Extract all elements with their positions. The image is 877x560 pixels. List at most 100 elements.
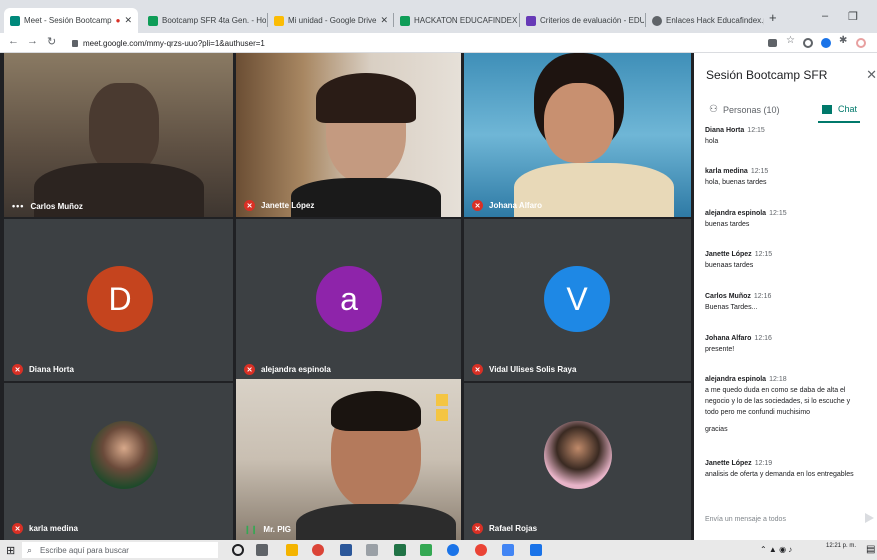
participant-tile[interactable]: ✕ Janette López [236, 53, 461, 217]
participant-name: ✕ alejandra espinola [244, 364, 331, 375]
chrome-icon[interactable] [312, 544, 324, 556]
speaking-icon: ❙❙ [244, 525, 258, 534]
windows-start-icon[interactable]: ⊞ [6, 544, 15, 557]
tab-title: Criterios de evaluación - EDUC [540, 16, 644, 25]
participant-name-text: Carlos Muñoz [30, 201, 83, 211]
tab-chat[interactable]: Chat [822, 104, 857, 114]
participant-name-text: Vidal Ulises Solis Raya [489, 365, 577, 374]
message-time: 12:16 [754, 335, 772, 342]
message-text: presente! [705, 346, 735, 353]
message-sender: karla medina [705, 168, 748, 175]
new-tab-button[interactable]: + [769, 10, 777, 25]
message-time: 12:15 [769, 210, 787, 217]
profile-icon[interactable] [856, 38, 866, 48]
tab-title: Enlaces Hack Educafindex.pdf [666, 16, 764, 25]
message-sender: Johana Alfaro [705, 335, 752, 342]
tab-people[interactable]: ⚇ Personas (10) [709, 104, 780, 115]
extension-icon[interactable] [803, 38, 813, 48]
send-icon[interactable] [865, 513, 874, 523]
message-time: 12:16 [753, 293, 772, 300]
chrome-icon[interactable] [475, 544, 487, 556]
meet-icon [10, 15, 20, 26]
file-explorer-icon[interactable] [286, 544, 298, 556]
participant-tile[interactable]: ❙❙ Mr. PIG [236, 379, 461, 540]
message-time: 12:15 [754, 251, 773, 258]
participant-name-text: Diana Horta [29, 365, 74, 374]
chat-message: Johana Alfaro 12:16 presente! [705, 335, 870, 355]
participant-name-text: Johana Alfaro [489, 201, 543, 210]
tab-label: Chat [838, 104, 858, 114]
participant-tile[interactable]: a ✕ alejandra espinola [236, 219, 461, 381]
tab-meet[interactable]: Meet - Sesión Bootcamp ● ✕ [4, 8, 138, 33]
message-text: negocio y lo de las sociedades, si lo es… [705, 398, 851, 405]
participant-tile[interactable]: D ✕ Diana Horta [4, 219, 233, 381]
message-sender: Janette López [705, 460, 752, 467]
more-options-icon: ••• [12, 201, 25, 211]
chat-message: Diana Horta 12:15 hola [705, 127, 870, 147]
close-icon[interactable]: ✕ [866, 67, 877, 83]
tab-drive[interactable]: Mi unidad - Google Drive ✕ [268, 8, 392, 33]
tab-criterios[interactable]: Criterios de evaluación - EDUC ✕ [520, 8, 644, 33]
tab-sheet[interactable]: Bootcamp SFR 4ta Gen. - Hoja ✕ [142, 8, 266, 33]
tab-hackaton[interactable]: HACKATON EDUCAFINDEX - H ✕ [394, 8, 518, 33]
system-tray-icons[interactable]: ⌃ ▲ ◉ ♪ [760, 545, 792, 554]
message-text: hola [705, 138, 719, 145]
chat-input[interactable]: Envía un mensaje a todos [705, 516, 786, 523]
close-tab-icon[interactable]: ✕ [376, 15, 388, 26]
task-view-icon[interactable] [256, 544, 268, 556]
tab-enlaces[interactable]: Enlaces Hack Educafindex.pdf ✕ [646, 8, 764, 33]
message-sender: alejandra espinola [705, 376, 767, 383]
search-icon: ⌕ [27, 544, 33, 555]
reload-icon[interactable]: ↻ [47, 35, 56, 48]
back-icon[interactable]: ← [8, 35, 19, 47]
notifications-icon[interactable]: ▤ [866, 544, 875, 555]
address-bar[interactable]: meet.google.com/mmy-qrzs-uuo?pli=1&authu… [72, 36, 265, 50]
participant-tile[interactable]: ••• Carlos Muñoz [4, 53, 233, 217]
message-time: 12:15 [750, 168, 769, 175]
extension-icon[interactable] [821, 38, 831, 48]
message-sender: Carlos Muñoz [705, 293, 751, 300]
participant-tile[interactable]: ✕ karla medina [4, 383, 233, 540]
sheets-icon [148, 15, 158, 26]
tab-label: Personas (10) [722, 104, 780, 115]
video-grid: ••• Carlos Muñoz ✕ Janette López ✕ Johan… [0, 53, 694, 540]
taskbar-search[interactable]: ⌕ Escribe aquí para buscar [22, 542, 218, 558]
side-panel: Sesión Bootcamp SFR ✕ ⚇ Personas (10) Ch… [694, 53, 877, 540]
participant-name: ✕ Johana Alfaro [472, 200, 542, 211]
participant-tile[interactable]: ✕ Rafael Rojas [464, 383, 691, 540]
app-icon[interactable] [530, 544, 542, 556]
minimize-icon[interactable]: – [822, 10, 828, 22]
forms-icon [526, 15, 536, 26]
avatar [544, 421, 612, 489]
app-icon[interactable] [502, 544, 514, 556]
clock[interactable]: 12:21 p. m. [826, 542, 856, 550]
mic-off-icon: ✕ [472, 364, 483, 375]
app-icon[interactable] [366, 544, 378, 556]
puzzle-icon[interactable]: ✱ [839, 35, 847, 46]
message-time: 12:19 [754, 460, 773, 467]
mic-off-icon: ✕ [244, 364, 255, 375]
edge-icon[interactable] [447, 544, 459, 556]
participant-tile[interactable]: ✕ Johana Alfaro [464, 53, 691, 217]
forward-icon[interactable]: → [27, 35, 38, 47]
word-icon[interactable] [340, 544, 352, 556]
mic-off-icon: ✕ [12, 523, 23, 534]
participant-name: ✕ Vidal Ulises Solis Raya [472, 364, 576, 375]
star-icon[interactable]: ☆ [786, 35, 795, 46]
app-icon[interactable] [420, 544, 432, 556]
panel-title: Sesión Bootcamp SFR [706, 68, 828, 82]
close-tab-icon[interactable]: ✕ [120, 15, 132, 26]
restore-icon[interactable]: ❐ [848, 10, 858, 23]
avatar: D [87, 266, 153, 332]
message-text: todo pero me confundi muchisimo [705, 409, 811, 416]
excel-icon[interactable] [394, 544, 406, 556]
globe-icon [652, 15, 662, 26]
camera-icon[interactable] [768, 39, 777, 47]
participant-tile[interactable]: V ✕ Vidal Ulises Solis Raya [464, 219, 691, 381]
message-sender: Janette López [705, 251, 752, 258]
message-text: buenaas tardes [705, 262, 754, 269]
participant-name: ✕ Diana Horta [12, 364, 74, 375]
chat-message: karla medina 12:15 hola, buenas tardes [705, 168, 870, 188]
cortana-icon[interactable] [232, 544, 244, 556]
chat-icon [822, 104, 832, 114]
